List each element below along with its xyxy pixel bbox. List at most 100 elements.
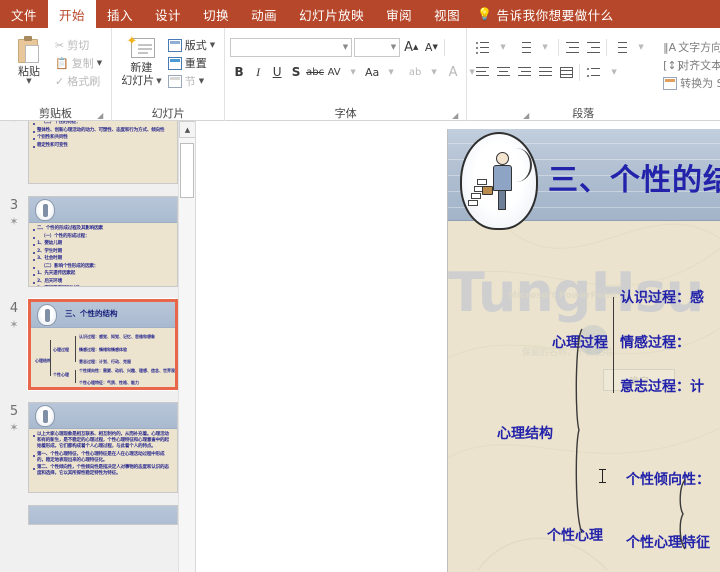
tab-design[interactable]: 设计 <box>144 0 192 28</box>
thumb-diagram-label: 认识过程：感觉、知觉、记忆、思维和想象 <box>79 334 155 340</box>
increase-indent-button[interactable] <box>583 38 603 57</box>
paste-button[interactable]: 粘贴 ▼ <box>5 33 53 106</box>
ribbon-group-font: ▼ ▼ A▲ A▼ B I U S abc <box>224 28 466 121</box>
section-button[interactable]: 节 ▼ <box>166 72 219 90</box>
reset-button[interactable]: 重置 <box>166 54 219 72</box>
underline-button[interactable]: U <box>268 63 286 82</box>
cut-button[interactable]: ✂ 剪切 <box>53 36 106 54</box>
font-dialog-launcher[interactable]: ◢ <box>452 111 461 120</box>
thumbnail-row-3[interactable]: 3 ✶ 二、个性的形成过程及其影响因素 （一）个性的形成过程： 1、婴幼儿期 2… <box>0 190 196 293</box>
align-right-button[interactable] <box>514 63 534 82</box>
label-psychological-structure[interactable]: 心理结构 <box>497 423 553 443</box>
thumb-line: 1、先天遗传因素起 <box>37 271 75 277</box>
slide-thumbnail-pane[interactable]: 2 ✶ 二、个性的特征和结构 （一）个性指一个人本质的、比较稳定的意识倾向性与心… <box>0 121 196 572</box>
tab-animations[interactable]: 动画 <box>240 0 288 28</box>
line-spacing-button[interactable] <box>610 38 630 57</box>
align-center-button[interactable] <box>493 63 513 82</box>
chevron-down-icon[interactable]: ▼ <box>199 78 204 85</box>
character-spacing-button[interactable]: AV <box>325 63 343 82</box>
label-will-process[interactable]: 意志过程：计 <box>620 376 704 396</box>
format-painter-button[interactable]: ✓ 格式刷 <box>53 72 106 90</box>
tab-transitions[interactable]: 切换 <box>192 0 240 28</box>
paragraph-dialog-launcher[interactable]: ◢ <box>523 111 532 120</box>
text-highlight-button[interactable]: ab <box>406 63 424 82</box>
thumbnail-row-2[interactable]: 2 ✶ 二、个性的特征和结构 （一）个性指一个人本质的、比较稳定的意识倾向性与心… <box>0 121 196 190</box>
copy-button[interactable]: 📋 复制 ▼ <box>53 54 106 72</box>
slide-thumbnail-3[interactable]: 二、个性的形成过程及其影响因素 （一）个性的形成过程： 1、婴幼儿期 2、学生时… <box>28 196 178 287</box>
slide-title[interactable]: 三、个性的结 <box>548 155 720 199</box>
brace-structure <box>572 327 584 537</box>
chevron-down-icon[interactable]: ▼ <box>97 60 102 67</box>
chevron-down-icon[interactable]: ▼ <box>210 42 215 49</box>
increase-font-size-button[interactable]: A▲ <box>402 38 420 57</box>
text-align-icon <box>587 67 600 78</box>
justify-button[interactable] <box>535 63 555 82</box>
slide-thumbnail-2[interactable]: 二、个性的特征和结构 （一）个性指一个人本质的、比较稳定的意识倾向性与心理特征的… <box>28 121 178 184</box>
layout-button[interactable]: 版式 ▼ <box>166 36 219 54</box>
chevron-down-icon[interactable]: ▼ <box>343 43 348 51</box>
thumb-line: 整体性、创新心理活动的动力、可塑性、态度和行为方式、倾向性 <box>37 128 164 134</box>
tell-me-search[interactable]: 💡 告诉我你想要做什么 <box>471 0 624 28</box>
thumbnail-scrollbar[interactable]: ▲ <box>178 121 195 572</box>
numbering-button[interactable] <box>514 38 534 57</box>
text-shadow-button[interactable]: S <box>287 63 305 82</box>
chevron-down-icon[interactable]: ▼ <box>156 78 161 85</box>
thumbnail-row-6[interactable] <box>0 499 196 531</box>
scroll-up-arrow-icon[interactable]: ▲ <box>179 121 196 138</box>
tab-home[interactable]: 开始 <box>48 0 96 28</box>
label-personality-tendency[interactable]: 个性倾向性： <box>626 469 710 489</box>
tab-view[interactable]: 视图 <box>423 0 471 28</box>
chevron-down-icon[interactable]: ▼ <box>535 38 555 57</box>
bullets-button[interactable] <box>472 38 492 57</box>
font-color-button[interactable]: A <box>444 63 462 82</box>
scrollbar-thumb[interactable] <box>180 143 194 198</box>
align-text-button[interactable]: [↕] 对齐文本 ▼ <box>663 56 720 74</box>
text-alignment-button[interactable] <box>583 63 603 82</box>
tab-file[interactable]: 文件 <box>0 0 48 28</box>
thumbnail-row-5[interactable]: 5 ✶ 以上大家心理现象是相互联系、相互制约的，从而补充着。心理活动和有的新生，… <box>0 396 196 499</box>
thumb-header <box>29 197 177 223</box>
font-size-combo[interactable]: ▼ <box>354 38 400 57</box>
label-cognition-process[interactable]: 认识过程：感 <box>620 287 704 307</box>
reset-icon <box>168 57 182 70</box>
slide-number-3: 3 ✶ <box>0 196 28 229</box>
thumb-line: 3、社会时期 <box>37 256 62 262</box>
change-case-button[interactable]: Aa <box>363 63 381 82</box>
new-slide-button[interactable]: ✦ 新建 幻灯片 ▼ <box>117 33 166 106</box>
decrease-indent-button[interactable] <box>562 38 582 57</box>
italic-button[interactable]: I <box>249 63 267 82</box>
font-name-combo[interactable]: ▼ <box>230 38 352 57</box>
slide-thumbnail-6[interactable] <box>28 505 178 525</box>
text-direction-button[interactable]: ‖A 文字方向 ▼ <box>663 38 720 56</box>
chevron-down-icon[interactable]: ▼ <box>344 63 362 82</box>
tab-slideshow[interactable]: 幻灯片放映 <box>288 0 375 28</box>
thumb-header <box>29 506 177 525</box>
chevron-down-icon[interactable]: ▼ <box>631 38 651 57</box>
bold-button[interactable]: B <box>230 63 248 82</box>
strikethrough-button[interactable]: abc <box>306 63 324 82</box>
align-right-icon <box>518 67 531 78</box>
chevron-down-icon[interactable]: ▼ <box>382 63 400 82</box>
scissors-icon: ✂ <box>55 39 64 52</box>
chevron-down-icon[interactable]: ▼ <box>604 63 624 82</box>
clipboard-dialog-launcher[interactable]: ◢ <box>97 111 106 120</box>
layout-icon <box>168 39 182 52</box>
chevron-down-icon[interactable]: ▼ <box>391 43 396 51</box>
thumbnail-row-4[interactable]: 4 ✶ 三、个性的结构 认识过程：感觉、知觉、记忆、思维和想象 心理过程 情感过… <box>0 293 196 396</box>
label-personality-traits[interactable]: 个性心理特征 <box>626 532 710 552</box>
chevron-down-icon[interactable]: ▼ <box>26 78 31 85</box>
slide-editing-canvas[interactable]: 三、个性的结 TungHsu Microsoft PowerPoint 保留的名… <box>447 129 720 572</box>
thumb-line: 二、个性的形成过程及其影响因素 <box>37 226 103 232</box>
clipboard-icon <box>16 35 42 65</box>
slide-thumbnail-5[interactable]: 以上大家心理现象是相互联系、相互制约的，从而补充着。心理活动和有的新生，是不稳定… <box>28 402 178 493</box>
chevron-down-icon[interactable]: ▼ <box>425 63 443 82</box>
slide-thumbnail-4[interactable]: 三、个性的结构 认识过程：感觉、知觉、记忆、思维和想象 心理过程 情感过程：情绪… <box>28 299 178 390</box>
label-emotion-process[interactable]: 情感过程： <box>620 332 690 352</box>
chevron-down-icon[interactable]: ▼ <box>493 38 513 57</box>
tab-review[interactable]: 审阅 <box>375 0 423 28</box>
decrease-font-size-button[interactable]: A▼ <box>422 38 440 57</box>
tab-insert[interactable]: 插入 <box>96 0 144 28</box>
convert-to-smartart-button[interactable]: 转换为 Sm <box>663 74 720 92</box>
align-left-button[interactable] <box>472 63 492 82</box>
columns-button[interactable] <box>556 63 576 82</box>
